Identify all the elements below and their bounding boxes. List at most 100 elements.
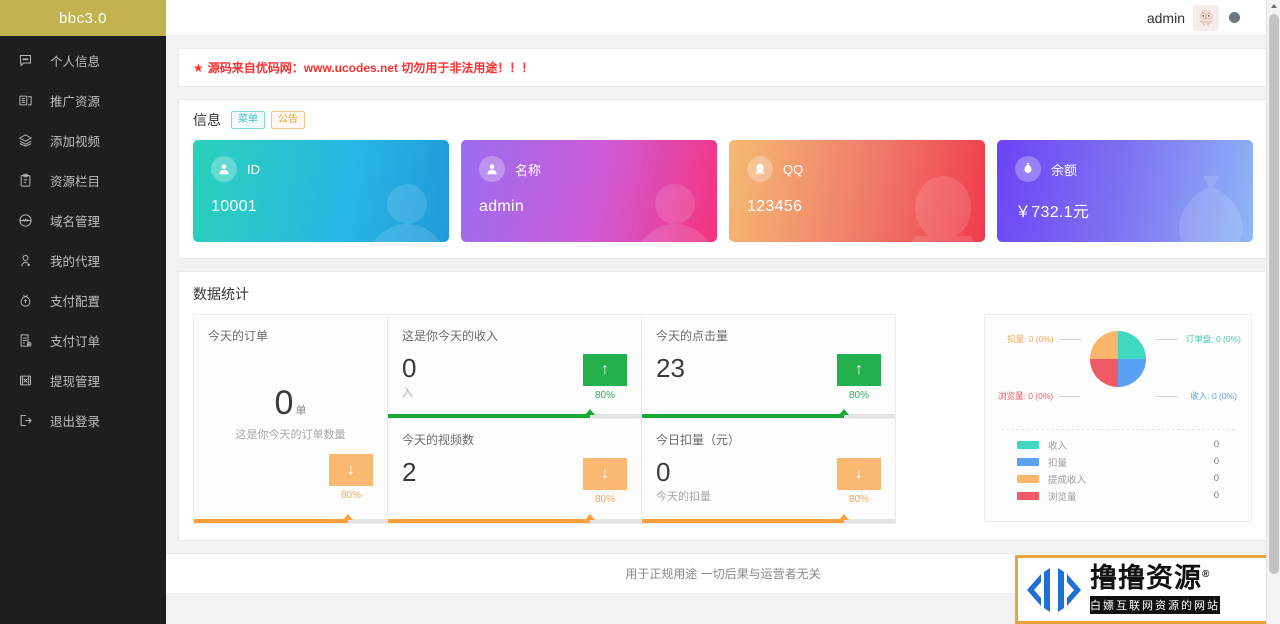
pie-chart-panel: 扣量: 0 (0%) 订单盘: 0 (0%) 浏览量: 0 (0%) 收入: 0…: [984, 314, 1252, 522]
money-ghost-icon: [1163, 172, 1253, 242]
money-bag-icon: [1015, 156, 1041, 182]
progress-notch: [839, 514, 850, 520]
layers-icon: [14, 129, 36, 151]
watermark-subtitle: 白嫖互联网资源的网站: [1090, 596, 1220, 614]
stat-value: 2: [402, 457, 417, 487]
stat-trend-group: ↓ 80%: [315, 444, 387, 501]
info-card-list: ID 10001 名称 admin QQ 123456 余额 ￥732.1元: [179, 136, 1267, 258]
tag-menu[interactable]: 菜单: [231, 111, 265, 129]
sidebar-item-label: 推广资源: [50, 94, 101, 109]
stat-trend: ↓ 80%: [329, 454, 373, 501]
stat-left: 0 入: [402, 354, 416, 400]
invoice-icon: [14, 329, 36, 351]
sidebar-logo[interactable]: bbc3.0: [0, 0, 166, 36]
sidebar-item-payment-config[interactable]: 支付配置: [0, 280, 166, 320]
pie-leader-line: [1156, 396, 1178, 397]
sidebar-item-label: 我的代理: [50, 254, 101, 269]
main-area: admin ★ 源码来自优码网：www.ucodes.net 切勿用于非法用途！…: [166, 0, 1280, 624]
progress-bar: [642, 409, 895, 418]
sidebar-item-add-video[interactable]: 添加视频: [0, 120, 166, 160]
topbar-username: admin: [1146, 9, 1185, 26]
stat-card-videos[interactable]: 今天的视频数 2 ↓ 80%: [388, 419, 642, 524]
watermark-text: 撸撸资源® 白嫖互联网资源的网站: [1090, 565, 1220, 614]
sidebar-item-logout[interactable]: 退出登录: [0, 400, 166, 440]
notice-prefix: 源码来自优码网：: [207, 61, 304, 75]
sidebar-item-label: 资源栏目: [50, 174, 101, 189]
stat-percent: 80%: [848, 390, 869, 401]
progress-bar: [388, 514, 641, 523]
stats-col-income-videos: 这是你今天的收入 0 入 ↑ 80% 今天的视频数 2 ↓ 80%: [388, 314, 642, 524]
stat-trend: ↑ 80%: [837, 354, 881, 401]
legend-label: 浏览量: [1048, 491, 1077, 503]
stat-body: 23 ↑ 80%: [642, 344, 895, 401]
legend-value: 0: [1213, 490, 1219, 501]
legend-item[interactable]: 浏览量 0: [1017, 487, 1219, 504]
progress-notch: [585, 514, 596, 520]
logout-icon: [14, 409, 36, 431]
user-ghost-icon: [627, 172, 717, 242]
progress-notch: [343, 514, 354, 520]
star-icon: ★: [193, 61, 204, 75]
globe-icon: [14, 209, 36, 231]
legend-item[interactable]: 收入 0: [1017, 436, 1219, 453]
page-scrollbar[interactable]: [1266, 0, 1280, 624]
info-card-balance[interactable]: 余额 ￥732.1元: [997, 140, 1253, 242]
legend-value: 0: [1213, 456, 1219, 467]
stats-grid: 今天的订单 0单 这是你今天的订单数量 ↓ 80% 这是你今天的收入 0 入 ↑…: [193, 314, 896, 524]
user-icon: [211, 156, 237, 182]
stat-card-deduct[interactable]: 今日扣量（元） 0 今天的扣量 ↓ 80%: [642, 419, 896, 524]
sidebar-item-domain-management[interactable]: 域名管理: [0, 200, 166, 240]
sidebar-item-promotion-resources[interactable]: 推广资源: [0, 80, 166, 120]
stat-body: 0 今天的扣量 ↓ 80%: [642, 448, 895, 505]
user-icon: [479, 156, 505, 182]
pie-label-views: 浏览量: 0 (0%): [998, 391, 1054, 401]
stat-card-orders[interactable]: 今天的订单 0单 这是你今天的订单数量 ↓ 80%: [193, 314, 388, 524]
sidebar-item-resource-columns[interactable]: 资源栏目: [0, 160, 166, 200]
progress-notch: [839, 409, 850, 415]
pie-chart[interactable]: [1090, 331, 1146, 387]
progress-fill: [642, 519, 845, 523]
watermark-inner: 撸撸资源® 白嫖互联网资源的网站: [1018, 564, 1220, 616]
sidebar-item-my-agents[interactable]: 我的代理: [0, 240, 166, 280]
progress-fill: [194, 519, 349, 523]
tag-announcement[interactable]: 公告: [271, 111, 305, 129]
info-card-name[interactable]: 名称 admin: [461, 140, 717, 242]
stat-value: 0: [656, 457, 671, 487]
stat-title: 今天的订单: [208, 329, 269, 343]
stats-col-clicks-deduct: 今天的点击量 23 ↑ 80% 今日扣量（元） 0 今天的扣量 ↓ 80%: [642, 314, 896, 524]
stat-body: 0 入 ↑ 80%: [388, 344, 641, 401]
legend-swatch-income: [1017, 440, 1039, 449]
info-card-label: ID: [247, 161, 260, 177]
stat-subtitle: 这是你今天的订单数量: [235, 429, 346, 441]
legend-item[interactable]: 扣量 0: [1017, 453, 1219, 470]
stat-title: 今天的点击量: [656, 329, 729, 343]
trend-arrow-down-icon: ↓: [329, 454, 373, 486]
info-card-qq[interactable]: QQ 123456: [729, 140, 985, 242]
dropdown-dot-icon[interactable]: [1229, 12, 1240, 23]
pie-label-orders: 订单盘: 0 (0%): [1185, 334, 1241, 344]
sidebar-item-personal-info[interactable]: 个人信息: [0, 40, 166, 80]
sidebar-item-withdraw-management[interactable]: 提现管理: [0, 360, 166, 400]
stat-card-income[interactable]: 这是你今天的收入 0 入 ↑ 80%: [388, 314, 642, 419]
user-icon: [14, 249, 36, 271]
scroll-up-arrow-icon[interactable]: [1271, 4, 1277, 8]
notice-suffix: 切勿用于非法用途！！！: [398, 61, 534, 75]
notice-banner: ★ 源码来自优码网：www.ucodes.net 切勿用于非法用途！！！: [178, 48, 1268, 87]
watermark-logo: 撸撸资源® 白嫖互联网资源的网站: [1015, 555, 1280, 624]
withdraw-icon: [14, 369, 36, 391]
legend-item[interactable]: 提成收入 0: [1017, 470, 1219, 487]
pie-leader-line: [1059, 339, 1081, 340]
notice-link[interactable]: www.ucodes.net: [304, 61, 398, 75]
info-card-label: 余额: [1051, 162, 1078, 178]
scroll-thumb[interactable]: [1269, 14, 1279, 574]
owl-avatar[interactable]: [1193, 4, 1219, 31]
info-card-id[interactable]: ID 10001: [193, 140, 449, 242]
trend-arrow-up-icon: ↑: [837, 354, 881, 386]
stat-card-clicks[interactable]: 今天的点击量 23 ↑ 80%: [642, 314, 896, 419]
watermark-title: 撸撸资源®: [1090, 563, 1211, 593]
info-panel-header: 信息 菜单 公告: [179, 100, 1267, 136]
stat-title: 今日扣量（元）: [656, 433, 741, 447]
stat-percent: 80%: [594, 390, 615, 401]
sidebar-item-payment-orders[interactable]: 支付订单: [0, 320, 166, 360]
pie-legend: 收入 0 扣量 0 提成收入 0 浏览量 0: [1001, 429, 1235, 504]
